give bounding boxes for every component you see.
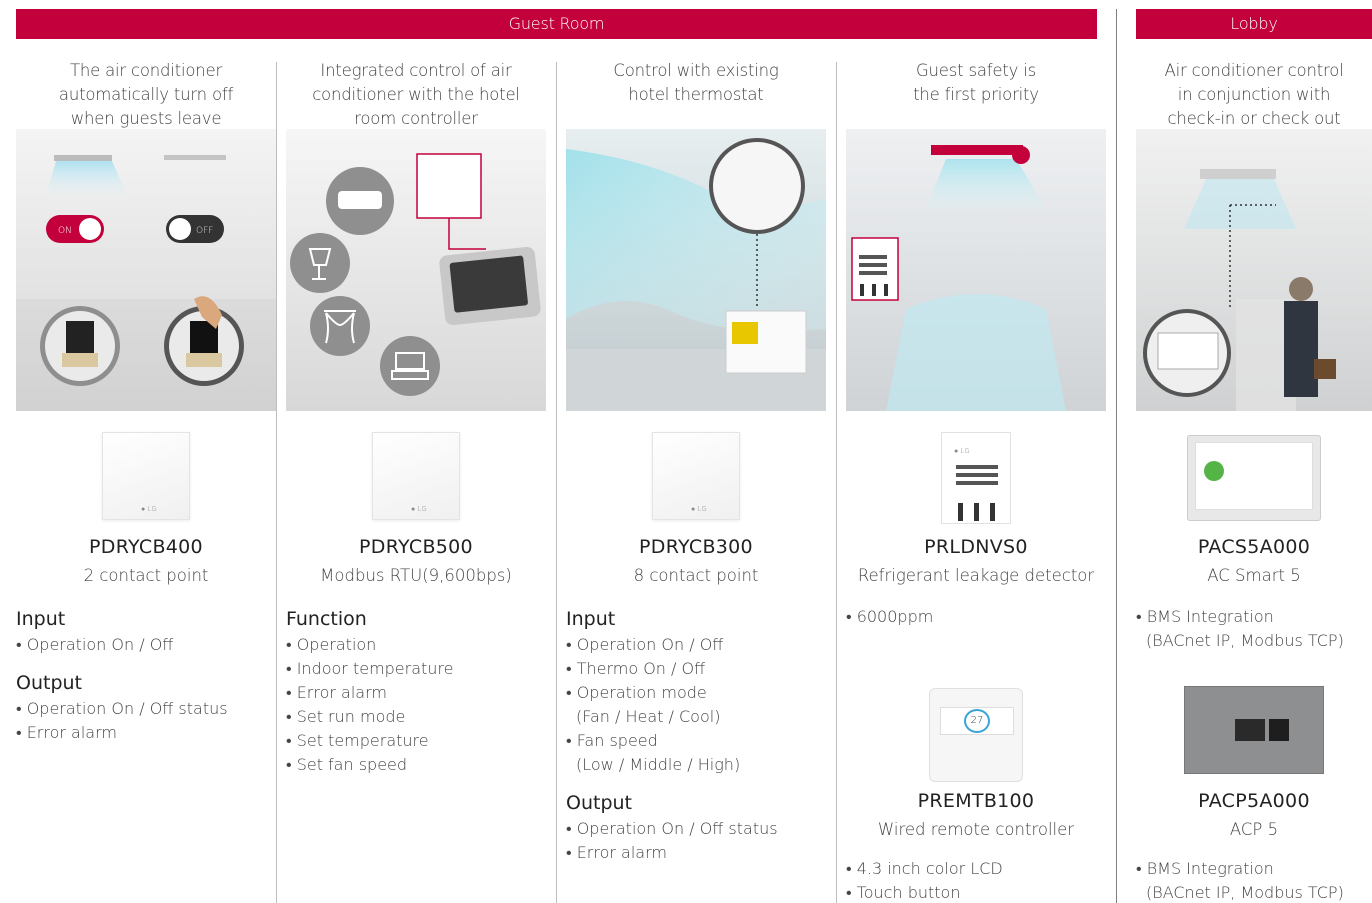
scene-image-lobby	[1136, 129, 1372, 411]
spec-item: (BACnet IP, Modbus TCP)	[1146, 631, 1344, 650]
svg-text:ON: ON	[58, 226, 72, 236]
column-hotel-thermostat: Control with existing hotel thermostat ●…	[566, 59, 826, 903]
product-image: ● LG	[652, 432, 740, 520]
column-caption: Guest safety is the first priority	[913, 61, 1039, 104]
spec-list: • 4.3 inch color LCD • Touch button	[846, 857, 1106, 903]
scene-image-room-controller	[286, 129, 546, 411]
keycard-icon	[40, 306, 120, 386]
lamp-icon	[290, 233, 350, 293]
spec-item: • Thermo On / Off	[566, 659, 706, 678]
spec-item: • Operation On / Off status	[16, 699, 228, 718]
spec-item: • Error alarm	[286, 683, 387, 702]
toggle-switch-icon: ON	[46, 215, 104, 243]
spec-item: • Fan speed	[566, 731, 658, 750]
toggle-switch-icon: OFF	[166, 215, 224, 243]
spec-heading: Input	[566, 608, 616, 630]
spec-item: • Operation	[286, 635, 377, 654]
column-caption: The air conditioner automatically turn o…	[58, 61, 234, 128]
product-name: PRLDNVS0	[924, 536, 1028, 558]
aircon-icon	[326, 167, 394, 235]
product-desc: 2 contact point	[83, 566, 209, 585]
product-desc: AC Smart 5	[1207, 566, 1301, 585]
product-image: ● LG	[372, 432, 460, 520]
spec-item: • Operation On / Off	[16, 635, 174, 654]
spec-list: Input • Operation On / Off • Thermo On /…	[566, 605, 826, 865]
product-desc: Refrigerant leakage detector	[857, 566, 1095, 585]
scene-image-auto-off: ON OFF	[16, 129, 276, 411]
section-divider	[1116, 9, 1117, 903]
spec-item: • BMS Integration	[1136, 859, 1274, 878]
tablet-icon	[439, 246, 541, 326]
spec-item: • BMS Integration	[1136, 607, 1274, 626]
scene-image-thermostat	[566, 129, 826, 411]
spec-item: (Low / Middle / High)	[576, 755, 741, 774]
spec-heading: Output	[566, 792, 632, 814]
spec-list: • BMS Integration (BACnet IP, Modbus TCP…	[1136, 857, 1372, 903]
product-image: ● LG	[941, 432, 1011, 524]
column-caption: Control with existing hotel thermostat	[613, 61, 779, 104]
product-image: ● LG	[102, 432, 190, 520]
product-name: PDRYCB300	[639, 536, 753, 558]
spec-item: • Operation mode	[566, 683, 707, 702]
column-room-controller: Integrated control of air conditioner wi…	[286, 59, 546, 903]
spec-list: • 6000ppm	[846, 605, 1106, 629]
spec-list: • BMS Integration (BACnet IP, Modbus TCP…	[1136, 605, 1372, 653]
spec-heading: Function	[286, 608, 367, 630]
spec-heading: Input	[16, 608, 66, 630]
product-name: PACP5A000	[1198, 790, 1310, 812]
guest-room-banner: Guest Room	[16, 9, 1097, 39]
column-lobby: Air conditioner control in conjunction w…	[1136, 59, 1372, 903]
column-divider	[556, 62, 557, 903]
spec-item: • Indoor temperature	[286, 659, 454, 678]
product-name: PACS5A000	[1197, 536, 1311, 558]
column-caption: Integrated control of air conditioner wi…	[312, 61, 520, 128]
product-desc: 8 contact point	[633, 566, 759, 585]
product-name: PDRYCB500	[359, 536, 473, 558]
remote-controller-image: 27	[929, 688, 1023, 782]
product-name: PDRYCB400	[89, 536, 203, 558]
aircon-icon	[164, 155, 226, 160]
scene-image-guest-safety	[846, 129, 1106, 411]
leak-detector-icon	[851, 237, 899, 301]
tv-icon	[380, 336, 440, 396]
spec-list: Function • Operation • Indoor temperatur…	[286, 605, 546, 777]
spec-item: • 6000ppm	[846, 607, 934, 626]
curtain-icon	[310, 296, 370, 356]
spec-heading: Output	[16, 672, 82, 694]
spec-item: • Error alarm	[566, 843, 667, 862]
spec-item: • Operation On / Off status	[566, 819, 778, 838]
spec-item: • Operation On / Off	[566, 635, 724, 654]
ac-smart-image	[1187, 435, 1321, 521]
spec-item: • Set temperature	[286, 731, 429, 750]
spec-item: (Fan / Heat / Cool)	[576, 707, 721, 726]
spec-item: • Error alarm	[16, 723, 117, 742]
spec-item: • Touch button	[846, 883, 961, 902]
product-desc: ACP 5	[1229, 820, 1279, 839]
acp-image	[1184, 686, 1324, 774]
spec-list: Input • Operation On / Off Output • Oper…	[16, 605, 276, 745]
spec-item: • Set fan speed	[286, 755, 408, 774]
column-auto-off: The air conditioner automatically turn o…	[16, 59, 276, 903]
spec-item: • Set run mode	[286, 707, 406, 726]
column-guest-safety: Guest safety is the first priority ● LG …	[846, 59, 1106, 903]
lobby-banner: Lobby	[1136, 9, 1372, 39]
column-divider	[276, 62, 277, 903]
spec-item: (BACnet IP, Modbus TCP)	[1146, 883, 1344, 902]
column-caption: Air conditioner control in conjunction w…	[1164, 61, 1344, 128]
product-name: PREMTB100	[917, 790, 1035, 812]
product-desc: Modbus RTU(9,600bps)	[320, 566, 512, 585]
product-desc: Wired remote controller	[877, 820, 1075, 839]
column-divider	[836, 62, 837, 903]
svg-text:OFF: OFF	[196, 226, 213, 236]
spec-item: • 4.3 inch color LCD	[846, 859, 1003, 878]
